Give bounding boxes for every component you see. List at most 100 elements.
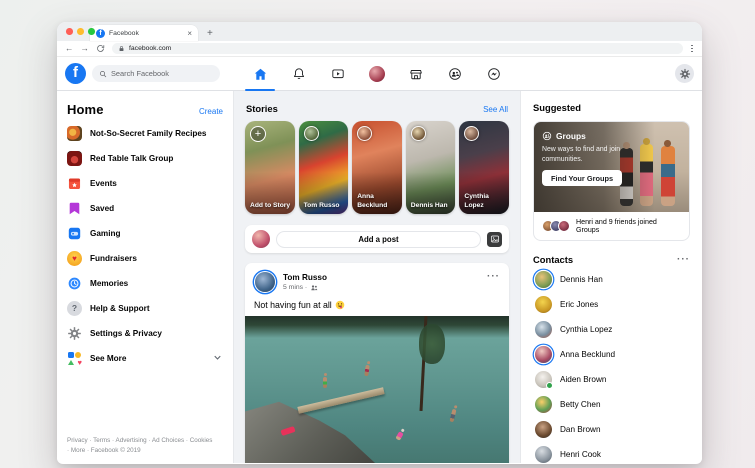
- avatar: [535, 421, 552, 438]
- profile-avatar[interactable]: [368, 65, 386, 83]
- contact-row[interactable]: Dan Brown: [533, 417, 690, 442]
- avatar: [535, 446, 552, 463]
- search-placeholder: Search Facebook: [111, 69, 169, 78]
- groups-icon[interactable]: [446, 65, 464, 83]
- browser-menu-icon[interactable]: [690, 44, 694, 54]
- browser-address-bar: ← → facebook.com: [57, 41, 702, 57]
- new-tab-button[interactable]: +: [207, 28, 213, 41]
- story-card[interactable]: Anna Becklund: [352, 121, 402, 214]
- post-timestamp: 5 mins ·: [283, 283, 308, 291]
- group-photo-icon: [67, 126, 82, 141]
- marketplace-icon[interactable]: [407, 65, 425, 83]
- contact-row[interactable]: Eric Jones: [533, 292, 690, 317]
- find-your-groups-button[interactable]: Find Your Groups: [542, 170, 623, 187]
- story-card-add-to-story[interactable]: Add to Story: [245, 121, 295, 214]
- avatar: [535, 271, 552, 288]
- avatar: [535, 396, 552, 413]
- friends-joined-row: Henri and 9 friends joined Groups: [534, 212, 689, 240]
- settings-gear-icon[interactable]: [675, 64, 694, 83]
- profile-photo: [369, 66, 385, 82]
- tab-title: Facebook: [109, 29, 139, 37]
- post-author-name[interactable]: Tom Russo: [283, 273, 327, 282]
- story-author-avatar: [357, 126, 373, 141]
- messenger-icon[interactable]: [485, 65, 503, 83]
- sidebar-item-saved[interactable]: Saved: [67, 196, 223, 221]
- create-link[interactable]: Create: [199, 107, 223, 116]
- see-more-grid-icon: [67, 351, 82, 366]
- story-author-avatar: [303, 126, 319, 141]
- avatar: [252, 230, 270, 248]
- friends-icon: [310, 284, 318, 291]
- add-photo-button[interactable]: [487, 231, 502, 247]
- groups-card-image: Groups New ways to find and join communi…: [534, 122, 689, 212]
- home-icon[interactable]: [245, 65, 275, 91]
- close-tab-icon[interactable]: ×: [187, 29, 192, 38]
- zoom-window-button[interactable]: [88, 28, 95, 35]
- sidebar-item-see-more[interactable]: See More: [67, 346, 223, 371]
- legal-footer: Privacy · Terms · Advertising · Ad Choic…: [67, 436, 213, 454]
- groups-icon: [542, 131, 552, 141]
- story-author-avatar: [464, 126, 480, 141]
- watch-icon[interactable]: [329, 65, 347, 83]
- sidebar-item-memories[interactable]: Memories: [67, 271, 223, 296]
- contacts-title: Contacts: [533, 254, 574, 265]
- story-card[interactable]: Dennis Han: [405, 121, 456, 214]
- add-story-icon[interactable]: [250, 126, 266, 142]
- sidebar-item-events[interactable]: Events: [67, 171, 223, 196]
- post-text: Not having fun at all: [254, 300, 332, 310]
- back-button[interactable]: ←: [65, 44, 74, 53]
- facebook-logo[interactable]: [65, 63, 86, 84]
- page-title: Home: [67, 102, 104, 117]
- contact-row[interactable]: Cynthia Lopez: [533, 317, 690, 342]
- events-icon: [67, 176, 82, 191]
- contact-row[interactable]: Henri Cook: [533, 442, 690, 464]
- memories-clock-icon: [67, 276, 82, 291]
- sidebar-item-family-recipes[interactable]: Not-So-Secret Family Recipes: [67, 121, 223, 146]
- avatar: [535, 346, 552, 363]
- lock-icon: [118, 45, 125, 52]
- sidebar-item-gaming[interactable]: Gaming: [67, 221, 223, 246]
- tongue-out-emoji-icon: [335, 300, 345, 310]
- story-card[interactable]: Cynthia Lopez: [459, 121, 509, 214]
- settings-gear-icon: [67, 326, 82, 341]
- sidebar-item-settings-privacy[interactable]: Settings & Privacy: [67, 321, 223, 346]
- browser-window: Facebook × + ← → facebook.com Search Fac…: [57, 22, 702, 464]
- contact-row[interactable]: Anna Becklund: [533, 342, 690, 367]
- contact-row[interactable]: Aiden Brown: [533, 367, 690, 392]
- reload-button[interactable]: [96, 44, 105, 53]
- sidebar-item-fundraisers[interactable]: Fundraisers: [67, 246, 223, 271]
- chevron-down-icon: [212, 350, 223, 368]
- story-author-avatar: [410, 126, 426, 141]
- browser-tab[interactable]: Facebook ×: [90, 25, 198, 41]
- browser-tab-bar: Facebook × +: [57, 22, 702, 41]
- post-menu-icon[interactable]: ···: [487, 271, 500, 282]
- forward-button[interactable]: →: [81, 44, 90, 53]
- contacts-menu-icon[interactable]: ···: [677, 254, 690, 265]
- close-window-button[interactable]: [66, 28, 73, 35]
- story-card[interactable]: Tom Russo: [298, 121, 349, 214]
- url-field[interactable]: facebook.com: [112, 43, 684, 54]
- post-author-avatar[interactable]: [255, 272, 275, 292]
- friends-facepile: [542, 220, 570, 232]
- suggested-groups-card[interactable]: Groups New ways to find and join communi…: [533, 121, 690, 241]
- help-question-icon: [67, 301, 82, 316]
- facebook-header: Search Facebook: [57, 57, 702, 91]
- facebook-nav: [233, 57, 521, 91]
- post-composer: Add a post: [245, 225, 509, 253]
- groups-card-title: Groups: [556, 131, 586, 141]
- add-post-input[interactable]: Add a post: [276, 230, 481, 248]
- see-all-link[interactable]: See All: [483, 105, 508, 114]
- facebook-favicon-icon: [96, 28, 105, 38]
- search-input[interactable]: Search Facebook: [92, 65, 220, 82]
- contact-row[interactable]: Dennis Han: [533, 267, 690, 292]
- friends-joined-text: Henri and 9 friends joined Groups: [576, 218, 657, 234]
- groups-card-description: New ways to find and join communities.: [542, 146, 621, 163]
- minimize-window-button[interactable]: [77, 28, 84, 35]
- sidebar-item-red-table-talk[interactable]: Red Table Talk Group: [67, 146, 223, 171]
- post-photo[interactable]: [245, 316, 509, 463]
- stories-row: Add to Story Tom Russo Anna Becklund Den…: [245, 121, 509, 214]
- notifications-icon[interactable]: [290, 65, 308, 83]
- contact-row[interactable]: Betty Chen: [533, 392, 690, 417]
- avatar: [535, 321, 552, 338]
- sidebar-item-help-support[interactable]: Help & Support: [67, 296, 223, 321]
